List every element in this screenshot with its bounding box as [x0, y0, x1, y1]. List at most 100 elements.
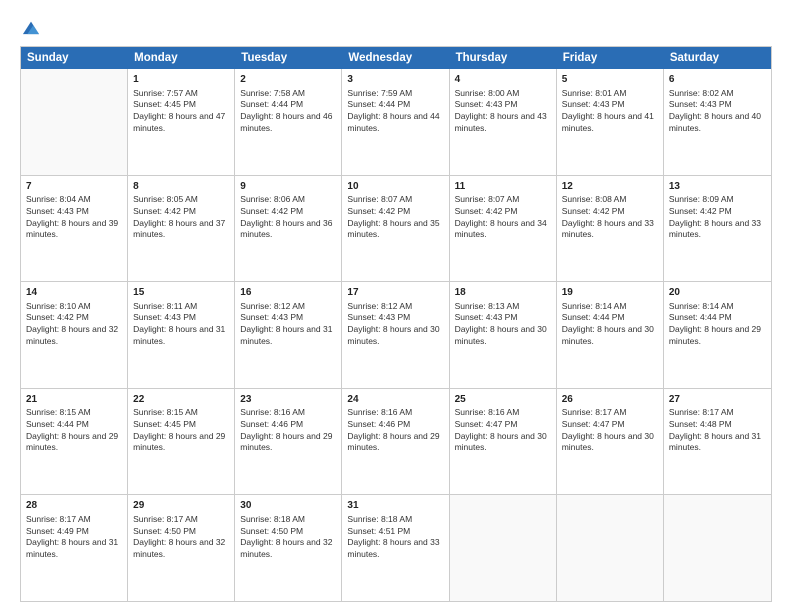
cell-info: Sunrise: 8:14 AM Sunset: 4:44 PM Dayligh… [562, 301, 658, 348]
calendar-cell: 13Sunrise: 8:09 AM Sunset: 4:42 PM Dayli… [664, 176, 771, 282]
cell-info: Sunrise: 8:05 AM Sunset: 4:42 PM Dayligh… [133, 194, 229, 241]
calendar: SundayMondayTuesdayWednesdayThursdayFrid… [21, 47, 771, 601]
cell-info: Sunrise: 8:08 AM Sunset: 4:42 PM Dayligh… [562, 194, 658, 241]
cell-info: Sunrise: 8:10 AM Sunset: 4:42 PM Dayligh… [26, 301, 122, 348]
calendar-cell [450, 495, 557, 601]
day-number: 23 [240, 393, 336, 407]
day-number: 11 [455, 180, 551, 194]
calendar-cell: 19Sunrise: 8:14 AM Sunset: 4:44 PM Dayli… [557, 282, 664, 388]
calendar-cell: 6Sunrise: 8:02 AM Sunset: 4:43 PM Daylig… [664, 69, 771, 175]
cell-info: Sunrise: 8:17 AM Sunset: 4:47 PM Dayligh… [562, 407, 658, 454]
logo [20, 18, 46, 40]
day-number: 22 [133, 393, 229, 407]
cell-info: Sunrise: 8:18 AM Sunset: 4:50 PM Dayligh… [240, 514, 336, 561]
cell-info: Sunrise: 8:13 AM Sunset: 4:43 PM Dayligh… [455, 301, 551, 348]
cell-info: Sunrise: 8:18 AM Sunset: 4:51 PM Dayligh… [347, 514, 443, 561]
calendar-cell: 12Sunrise: 8:08 AM Sunset: 4:42 PM Dayli… [557, 176, 664, 282]
cell-info: Sunrise: 7:58 AM Sunset: 4:44 PM Dayligh… [240, 88, 336, 135]
calendar-cell: 18Sunrise: 8:13 AM Sunset: 4:43 PM Dayli… [450, 282, 557, 388]
page: SundayMondayTuesdayWednesdayThursdayFrid… [0, 0, 792, 612]
cell-info: Sunrise: 8:07 AM Sunset: 4:42 PM Dayligh… [347, 194, 443, 241]
calendar-cell: 28Sunrise: 8:17 AM Sunset: 4:49 PM Dayli… [21, 495, 128, 601]
cell-info: Sunrise: 8:02 AM Sunset: 4:43 PM Dayligh… [669, 88, 766, 135]
calendar-cell: 1Sunrise: 7:57 AM Sunset: 4:45 PM Daylig… [128, 69, 235, 175]
day-number: 10 [347, 180, 443, 194]
day-number: 15 [133, 286, 229, 300]
day-number: 8 [133, 180, 229, 194]
calendar-cell: 7Sunrise: 8:04 AM Sunset: 4:43 PM Daylig… [21, 176, 128, 282]
cell-info: Sunrise: 7:59 AM Sunset: 4:44 PM Dayligh… [347, 88, 443, 135]
day-number: 26 [562, 393, 658, 407]
cell-info: Sunrise: 8:09 AM Sunset: 4:42 PM Dayligh… [669, 194, 766, 241]
calendar-cell: 15Sunrise: 8:11 AM Sunset: 4:43 PM Dayli… [128, 282, 235, 388]
cell-info: Sunrise: 8:17 AM Sunset: 4:50 PM Dayligh… [133, 514, 229, 561]
day-number: 12 [562, 180, 658, 194]
calendar-cell: 30Sunrise: 8:18 AM Sunset: 4:50 PM Dayli… [235, 495, 342, 601]
calendar-cell: 25Sunrise: 8:16 AM Sunset: 4:47 PM Dayli… [450, 389, 557, 495]
day-number: 20 [669, 286, 766, 300]
cell-info: Sunrise: 7:57 AM Sunset: 4:45 PM Dayligh… [133, 88, 229, 135]
day-number: 19 [562, 286, 658, 300]
calendar-cell: 10Sunrise: 8:07 AM Sunset: 4:42 PM Dayli… [342, 176, 449, 282]
logo-icon [20, 18, 42, 40]
cell-info: Sunrise: 8:04 AM Sunset: 4:43 PM Dayligh… [26, 194, 122, 241]
calendar-header-cell: Saturday [664, 47, 771, 69]
day-number: 1 [133, 73, 229, 87]
calendar-header-cell: Wednesday [342, 47, 449, 69]
day-number: 7 [26, 180, 122, 194]
calendar-header: SundayMondayTuesdayWednesdayThursdayFrid… [21, 47, 771, 69]
cell-info: Sunrise: 8:14 AM Sunset: 4:44 PM Dayligh… [669, 301, 766, 348]
calendar-row: 28Sunrise: 8:17 AM Sunset: 4:49 PM Dayli… [21, 495, 771, 601]
cell-info: Sunrise: 8:00 AM Sunset: 4:43 PM Dayligh… [455, 88, 551, 135]
calendar-cell: 9Sunrise: 8:06 AM Sunset: 4:42 PM Daylig… [235, 176, 342, 282]
cell-info: Sunrise: 8:16 AM Sunset: 4:47 PM Dayligh… [455, 407, 551, 454]
calendar-cell: 22Sunrise: 8:15 AM Sunset: 4:45 PM Dayli… [128, 389, 235, 495]
calendar-cell [664, 495, 771, 601]
calendar-cell: 14Sunrise: 8:10 AM Sunset: 4:42 PM Dayli… [21, 282, 128, 388]
day-number: 17 [347, 286, 443, 300]
day-number: 30 [240, 499, 336, 513]
day-number: 27 [669, 393, 766, 407]
calendar-cell: 11Sunrise: 8:07 AM Sunset: 4:42 PM Dayli… [450, 176, 557, 282]
header [20, 18, 772, 40]
calendar-body: 1Sunrise: 7:57 AM Sunset: 4:45 PM Daylig… [21, 69, 771, 601]
calendar-header-cell: Sunday [21, 47, 128, 69]
day-number: 29 [133, 499, 229, 513]
day-number: 9 [240, 180, 336, 194]
cell-info: Sunrise: 8:12 AM Sunset: 4:43 PM Dayligh… [347, 301, 443, 348]
calendar-outer: SundayMondayTuesdayWednesdayThursdayFrid… [20, 46, 772, 602]
calendar-header-cell: Friday [557, 47, 664, 69]
day-number: 31 [347, 499, 443, 513]
day-number: 28 [26, 499, 122, 513]
calendar-cell: 17Sunrise: 8:12 AM Sunset: 4:43 PM Dayli… [342, 282, 449, 388]
day-number: 3 [347, 73, 443, 87]
day-number: 4 [455, 73, 551, 87]
day-number: 16 [240, 286, 336, 300]
calendar-cell: 20Sunrise: 8:14 AM Sunset: 4:44 PM Dayli… [664, 282, 771, 388]
calendar-cell: 23Sunrise: 8:16 AM Sunset: 4:46 PM Dayli… [235, 389, 342, 495]
calendar-row: 7Sunrise: 8:04 AM Sunset: 4:43 PM Daylig… [21, 176, 771, 283]
cell-info: Sunrise: 8:12 AM Sunset: 4:43 PM Dayligh… [240, 301, 336, 348]
calendar-cell: 3Sunrise: 7:59 AM Sunset: 4:44 PM Daylig… [342, 69, 449, 175]
calendar-cell: 8Sunrise: 8:05 AM Sunset: 4:42 PM Daylig… [128, 176, 235, 282]
cell-info: Sunrise: 8:06 AM Sunset: 4:42 PM Dayligh… [240, 194, 336, 241]
day-number: 18 [455, 286, 551, 300]
calendar-cell: 24Sunrise: 8:16 AM Sunset: 4:46 PM Dayli… [342, 389, 449, 495]
cell-info: Sunrise: 8:01 AM Sunset: 4:43 PM Dayligh… [562, 88, 658, 135]
cell-info: Sunrise: 8:16 AM Sunset: 4:46 PM Dayligh… [347, 407, 443, 454]
calendar-cell: 4Sunrise: 8:00 AM Sunset: 4:43 PM Daylig… [450, 69, 557, 175]
day-number: 5 [562, 73, 658, 87]
cell-info: Sunrise: 8:11 AM Sunset: 4:43 PM Dayligh… [133, 301, 229, 348]
day-number: 6 [669, 73, 766, 87]
day-number: 14 [26, 286, 122, 300]
calendar-header-cell: Thursday [450, 47, 557, 69]
calendar-cell [557, 495, 664, 601]
calendar-cell: 2Sunrise: 7:58 AM Sunset: 4:44 PM Daylig… [235, 69, 342, 175]
cell-info: Sunrise: 8:16 AM Sunset: 4:46 PM Dayligh… [240, 407, 336, 454]
day-number: 2 [240, 73, 336, 87]
cell-info: Sunrise: 8:07 AM Sunset: 4:42 PM Dayligh… [455, 194, 551, 241]
calendar-row: 1Sunrise: 7:57 AM Sunset: 4:45 PM Daylig… [21, 69, 771, 176]
calendar-cell: 29Sunrise: 8:17 AM Sunset: 4:50 PM Dayli… [128, 495, 235, 601]
cell-info: Sunrise: 8:17 AM Sunset: 4:49 PM Dayligh… [26, 514, 122, 561]
calendar-row: 21Sunrise: 8:15 AM Sunset: 4:44 PM Dayli… [21, 389, 771, 496]
